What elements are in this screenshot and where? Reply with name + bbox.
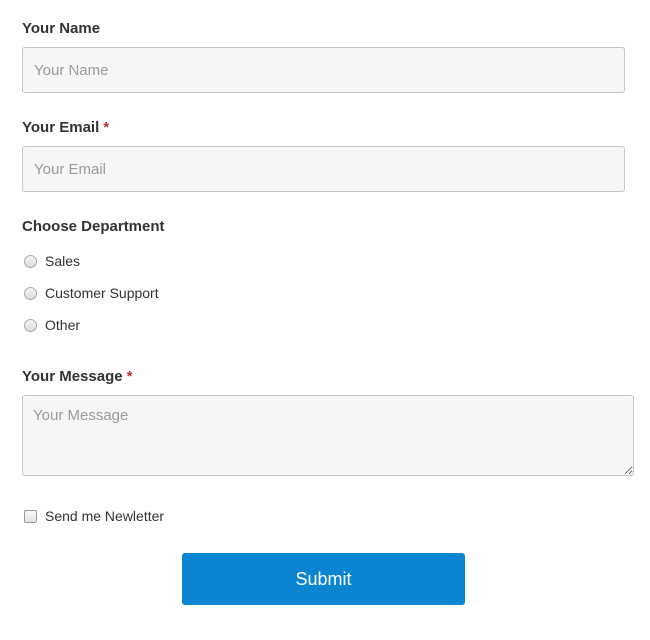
department-option-sales[interactable]: Sales xyxy=(22,251,80,271)
newsletter-label: Send me Newletter xyxy=(45,508,165,524)
radio-other[interactable] xyxy=(24,318,37,332)
department-option-label: Customer Support xyxy=(45,285,159,301)
message-textarea[interactable] xyxy=(22,395,634,476)
contact-form: Your Name Your Email* Choose Department … xyxy=(22,0,634,640)
department-option-label: Other xyxy=(45,317,81,333)
department-option-customer-support[interactable]: Customer Support xyxy=(22,283,159,303)
email-label-text: Your Email xyxy=(22,119,100,136)
department-option-other[interactable]: Other xyxy=(22,315,80,335)
newsletter-option[interactable]: Send me Newletter xyxy=(22,506,164,526)
newsletter-checkbox[interactable] xyxy=(24,509,37,523)
radio-customer-support[interactable] xyxy=(24,286,37,300)
department-option-label: Sales xyxy=(45,253,81,269)
department-label: Choose Department xyxy=(22,218,165,235)
email-label: Your Email * xyxy=(22,119,109,136)
department-label-text: Choose Department xyxy=(22,218,165,235)
message-required-mark: * xyxy=(126,368,133,385)
name-label: Your Name xyxy=(22,20,100,37)
radio-sales[interactable] xyxy=(24,254,37,268)
email-required-mark: * xyxy=(103,119,110,136)
submit-button[interactable]: Submit xyxy=(182,553,465,605)
message-label-text: Your Message xyxy=(22,368,123,385)
message-label: Your Message * xyxy=(22,368,132,385)
email-field[interactable] xyxy=(22,146,625,192)
name-field[interactable] xyxy=(22,47,625,93)
name-label-text: Your Name xyxy=(22,20,101,37)
